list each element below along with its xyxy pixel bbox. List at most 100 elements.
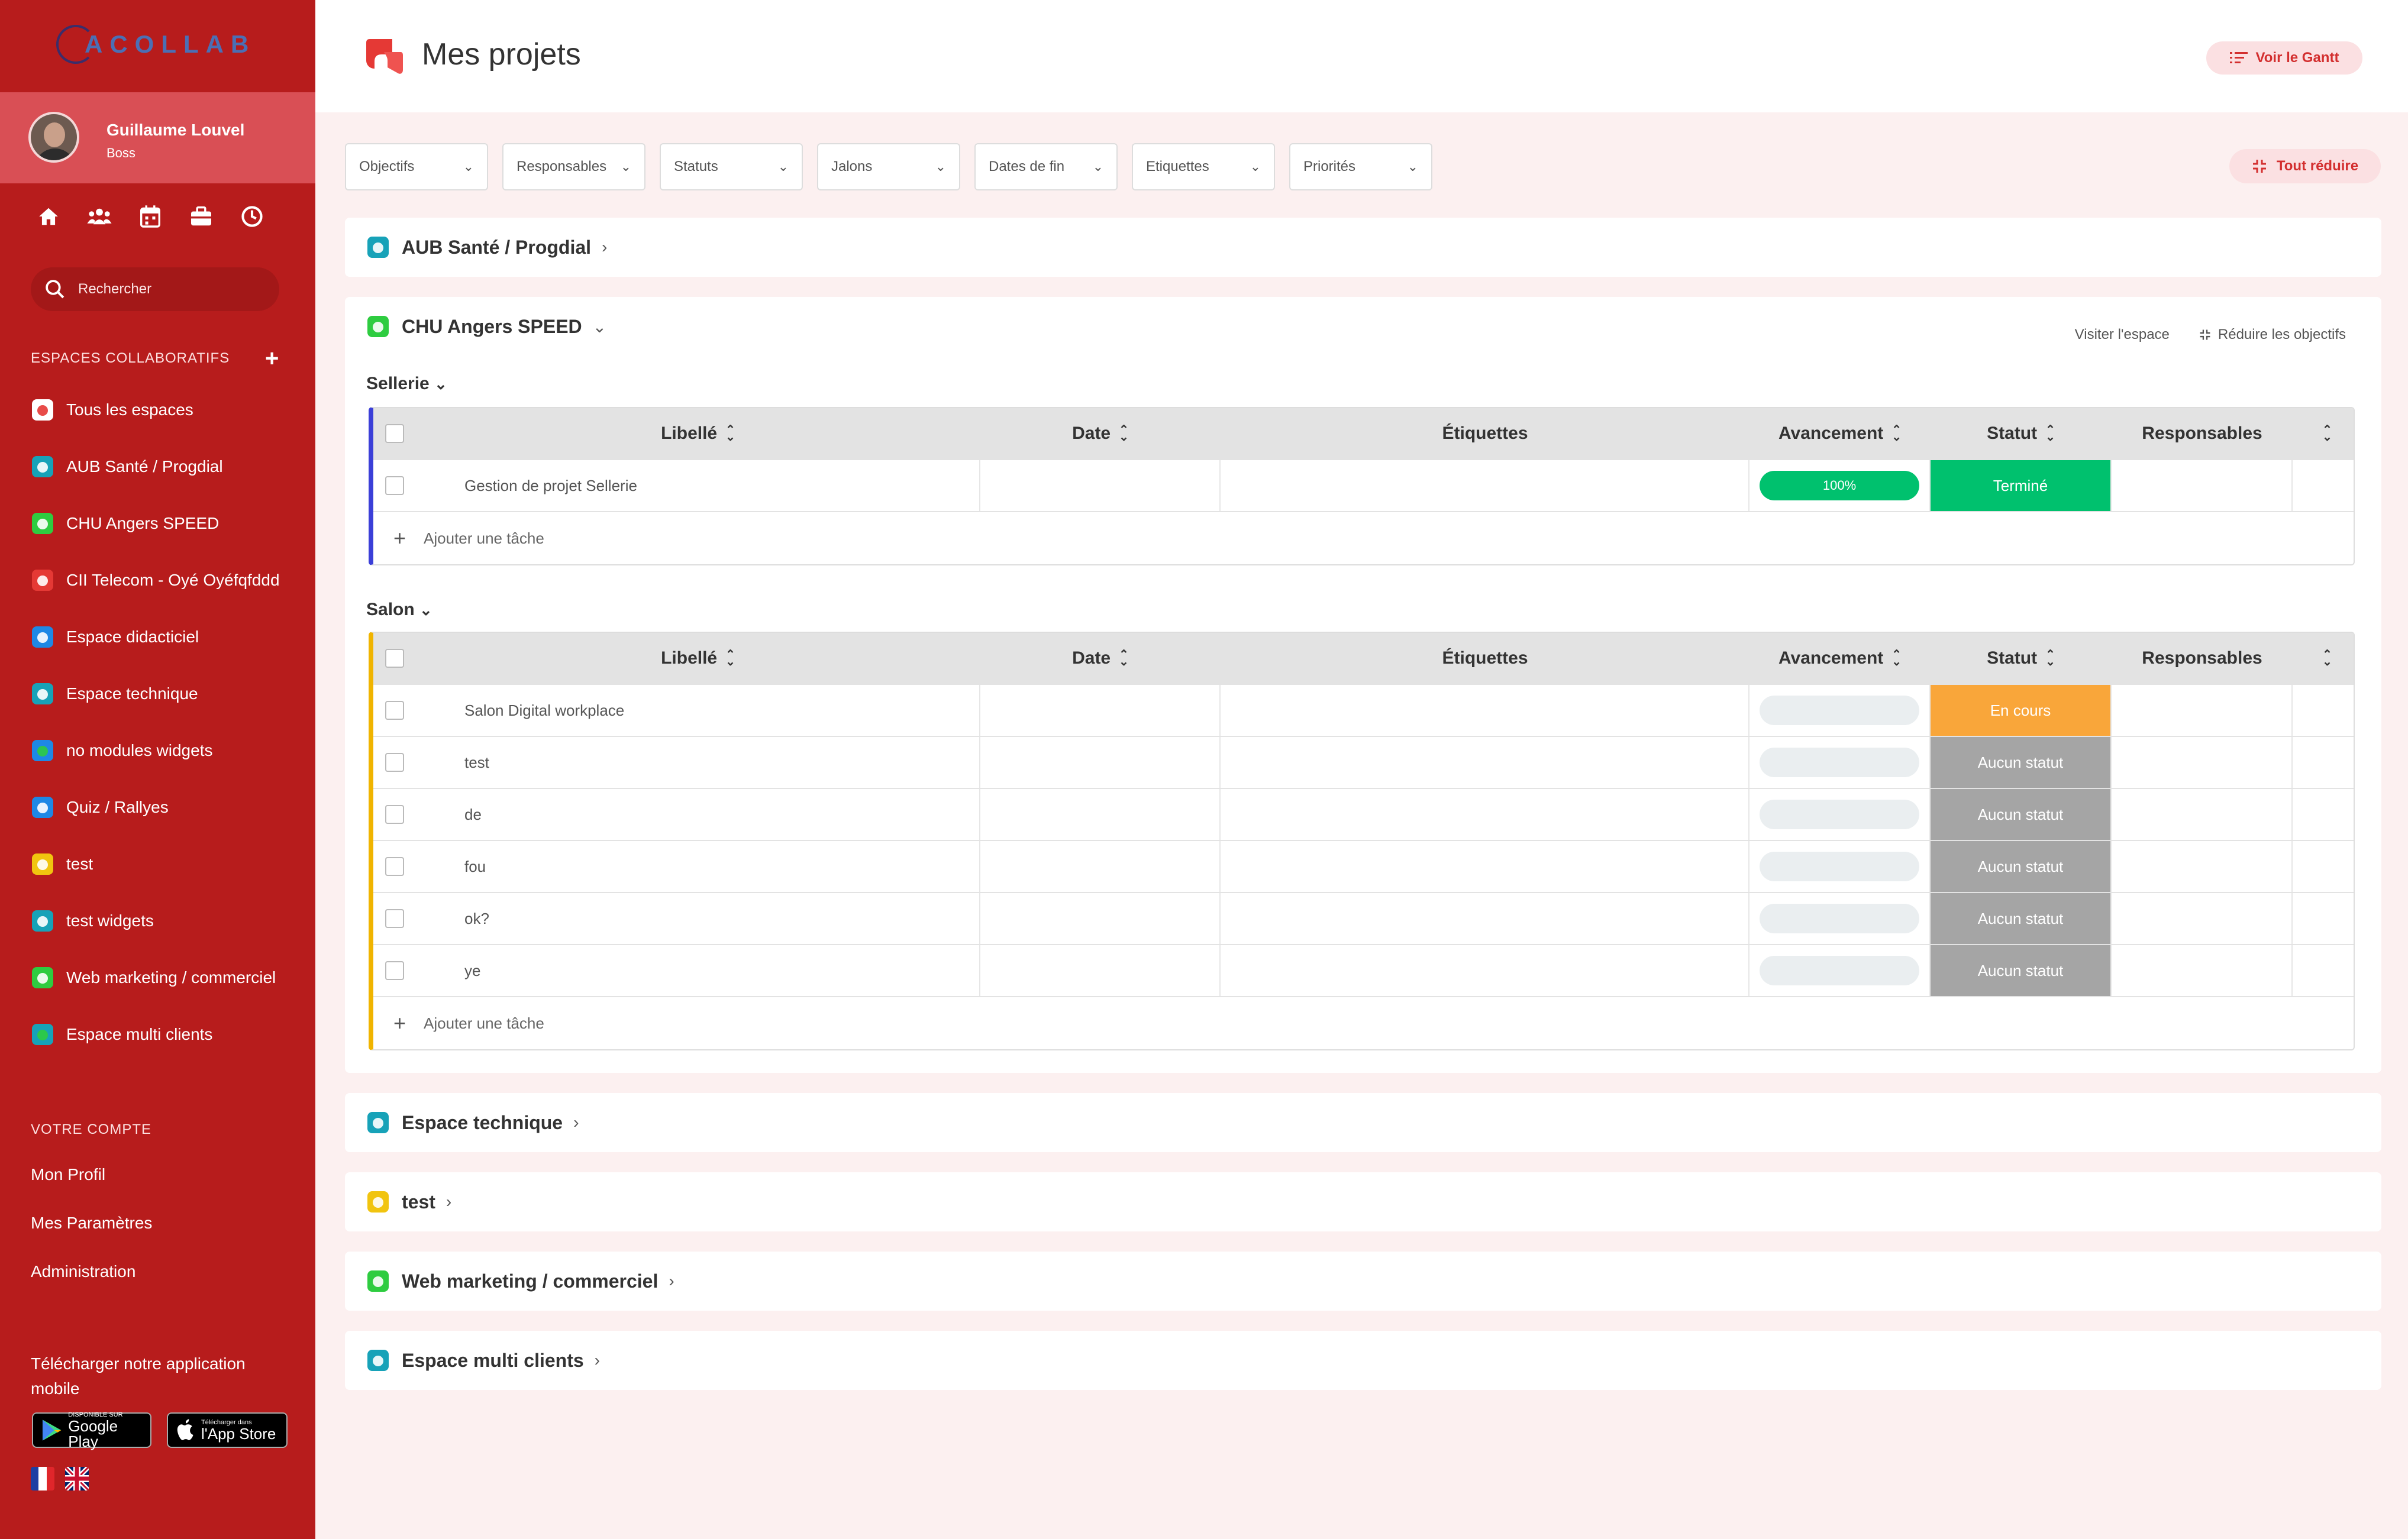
filter-statuts[interactable]: Statuts ⌄	[660, 143, 803, 190]
calendar-icon[interactable]	[137, 203, 163, 229]
chevron-right-icon[interactable]: ›	[573, 1113, 579, 1132]
task-date[interactable]	[980, 841, 1221, 892]
sort-icon[interactable]: ⌃ ⌄	[2322, 424, 2332, 443]
task-label[interactable]: Gestion de projet Sellerie	[416, 460, 980, 511]
task-responsables[interactable]	[2112, 685, 2293, 736]
select-all-checkbox[interactable]	[385, 649, 404, 668]
task-responsables[interactable]	[2112, 893, 2293, 944]
group-toggle-salon[interactable]: Salon ⌄	[366, 600, 432, 620]
table-row[interactable]: Salon Digital workplace En cours	[373, 685, 2354, 737]
sort-icon[interactable]: ⌃ ⌄	[1119, 424, 1129, 443]
status-badge[interactable]: Aucun statut	[1931, 893, 2112, 944]
task-tags[interactable]	[1221, 893, 1749, 944]
task-checkbox[interactable]	[385, 805, 404, 824]
sort-icon[interactable]: ⌃ ⌄	[725, 649, 735, 668]
reduce-objectives-button[interactable]: Réduire les objectifs	[2199, 326, 2346, 343]
task-checkbox[interactable]	[385, 476, 404, 495]
space-item-test-widgets[interactable]: test widgets	[31, 906, 154, 936]
space-item-espace-multi-clients[interactable]: Espace multi clients	[31, 1020, 212, 1049]
briefcase-icon[interactable]	[188, 203, 214, 229]
task-progress-cell[interactable]	[1749, 737, 1931, 788]
task-responsables[interactable]	[2112, 460, 2293, 511]
google-play-badge[interactable]: DISPONIBLE SUR Google Play	[32, 1411, 151, 1449]
project-card-aub[interactable]: AUB Santé / Progdial ›	[345, 218, 2381, 277]
my-profile-link[interactable]: Mon Profil	[31, 1165, 105, 1184]
reduce-all-button[interactable]: Tout réduire	[2229, 149, 2381, 183]
task-checkbox[interactable]	[385, 961, 404, 980]
task-date[interactable]	[980, 893, 1221, 944]
col-sort[interactable]: ⌃ ⌄	[2293, 408, 2354, 459]
space-item-cii-telecom-oye-oyefqfddd[interactable]: CII Telecom - Oyé Oyéfqfddd	[31, 565, 280, 595]
project-card-multi-clients[interactable]: Espace multi clients ›	[345, 1331, 2381, 1390]
task-label[interactable]: test	[416, 737, 980, 788]
col-avancement[interactable]: Avancement ⌃ ⌄	[1749, 408, 1931, 459]
sort-icon[interactable]: ⌃ ⌄	[2322, 649, 2332, 668]
task-checkbox[interactable]	[385, 753, 404, 772]
sort-icon[interactable]: ⌃ ⌄	[2045, 424, 2055, 443]
status-badge[interactable]: Aucun statut	[1931, 737, 2112, 788]
col-date[interactable]: Date ⌃ ⌄	[980, 408, 1221, 459]
visit-space-link[interactable]: Visiter l'espace	[2075, 326, 2170, 343]
add-task-button[interactable]: + Ajouter une tâche	[373, 997, 2354, 1049]
acollab-logo[interactable]: ACOLLAB	[56, 24, 256, 65]
space-item-aub-sante-progdial[interactable]: AUB Santé / Progdial	[31, 452, 223, 481]
task-progress-cell[interactable]	[1749, 685, 1931, 736]
task-date[interactable]	[980, 737, 1221, 788]
col-libelle[interactable]: Libellé ⌃ ⌄	[416, 633, 980, 684]
task-label[interactable]: de	[416, 789, 980, 840]
task-tags[interactable]	[1221, 737, 1749, 788]
users-icon[interactable]	[86, 203, 112, 229]
task-tags[interactable]	[1221, 685, 1749, 736]
filter-priorites[interactable]: Priorités ⌄	[1289, 143, 1432, 190]
task-date[interactable]	[980, 685, 1221, 736]
space-item-quiz-rallyes[interactable]: Quiz / Rallyes	[31, 793, 169, 822]
task-responsables[interactable]	[2112, 789, 2293, 840]
col-avancement[interactable]: Avancement ⌃ ⌄	[1749, 633, 1931, 684]
task-date[interactable]	[980, 460, 1221, 511]
task-tags[interactable]	[1221, 789, 1749, 840]
task-responsables[interactable]	[2112, 737, 2293, 788]
space-item-web-marketing-commerciel[interactable]: Web marketing / commerciel	[31, 963, 276, 992]
table-row[interactable]: Gestion de projet Sellerie 100% Terminé	[373, 460, 2354, 512]
table-row[interactable]: test Aucun statut	[373, 737, 2354, 789]
home-icon[interactable]	[35, 203, 62, 229]
add-task-button[interactable]: + Ajouter une tâche	[373, 512, 2354, 564]
filter-responsables[interactable]: Responsables ⌄	[502, 143, 645, 190]
task-progress-cell[interactable]	[1749, 841, 1931, 892]
task-checkbox[interactable]	[385, 857, 404, 876]
status-badge[interactable]: Terminé	[1931, 460, 2112, 511]
task-responsables[interactable]	[2112, 841, 2293, 892]
task-responsables[interactable]	[2112, 945, 2293, 996]
project-card-test[interactable]: test ›	[345, 1172, 2381, 1231]
sort-icon[interactable]: ⌃ ⌄	[1891, 424, 1902, 443]
chevron-right-icon[interactable]: ›	[669, 1272, 674, 1291]
administration-link[interactable]: Administration	[31, 1262, 135, 1281]
task-progress-cell[interactable]	[1749, 893, 1931, 944]
gantt-button[interactable]: Voir le Gantt	[2206, 41, 2362, 75]
sort-icon[interactable]: ⌃ ⌄	[1119, 649, 1129, 668]
chevron-down-icon[interactable]: ⌄	[593, 317, 606, 337]
status-badge[interactable]: En cours	[1931, 685, 2112, 736]
space-item-espace-didacticiel[interactable]: Espace didacticiel	[31, 622, 199, 652]
avatar[interactable]	[28, 112, 79, 163]
task-date[interactable]	[980, 789, 1221, 840]
task-progress-cell[interactable]: 100%	[1749, 460, 1931, 511]
table-row[interactable]: ok? Aucun statut	[373, 893, 2354, 945]
sort-icon[interactable]: ⌃ ⌄	[1891, 649, 1902, 668]
sort-icon[interactable]: ⌃ ⌄	[725, 424, 735, 443]
col-sort[interactable]: ⌃ ⌄	[2293, 633, 2354, 684]
task-label[interactable]: ok?	[416, 893, 980, 944]
col-libelle[interactable]: Libellé ⌃ ⌄	[416, 408, 980, 459]
table-row[interactable]: fou Aucun statut	[373, 841, 2354, 893]
task-label[interactable]: Salon Digital workplace	[416, 685, 980, 736]
table-row[interactable]: de Aucun statut	[373, 789, 2354, 841]
status-badge[interactable]: Aucun statut	[1931, 945, 2112, 996]
task-date[interactable]	[980, 945, 1221, 996]
task-checkbox[interactable]	[385, 701, 404, 720]
task-progress-cell[interactable]	[1749, 789, 1931, 840]
space-item-tous-les-espaces[interactable]: Tous les espaces	[31, 395, 193, 425]
task-tags[interactable]	[1221, 841, 1749, 892]
col-statut[interactable]: Statut ⌃ ⌄	[1931, 633, 2112, 684]
filter-jalons[interactable]: Jalons ⌄	[817, 143, 960, 190]
add-space-button[interactable]: +	[265, 347, 279, 370]
